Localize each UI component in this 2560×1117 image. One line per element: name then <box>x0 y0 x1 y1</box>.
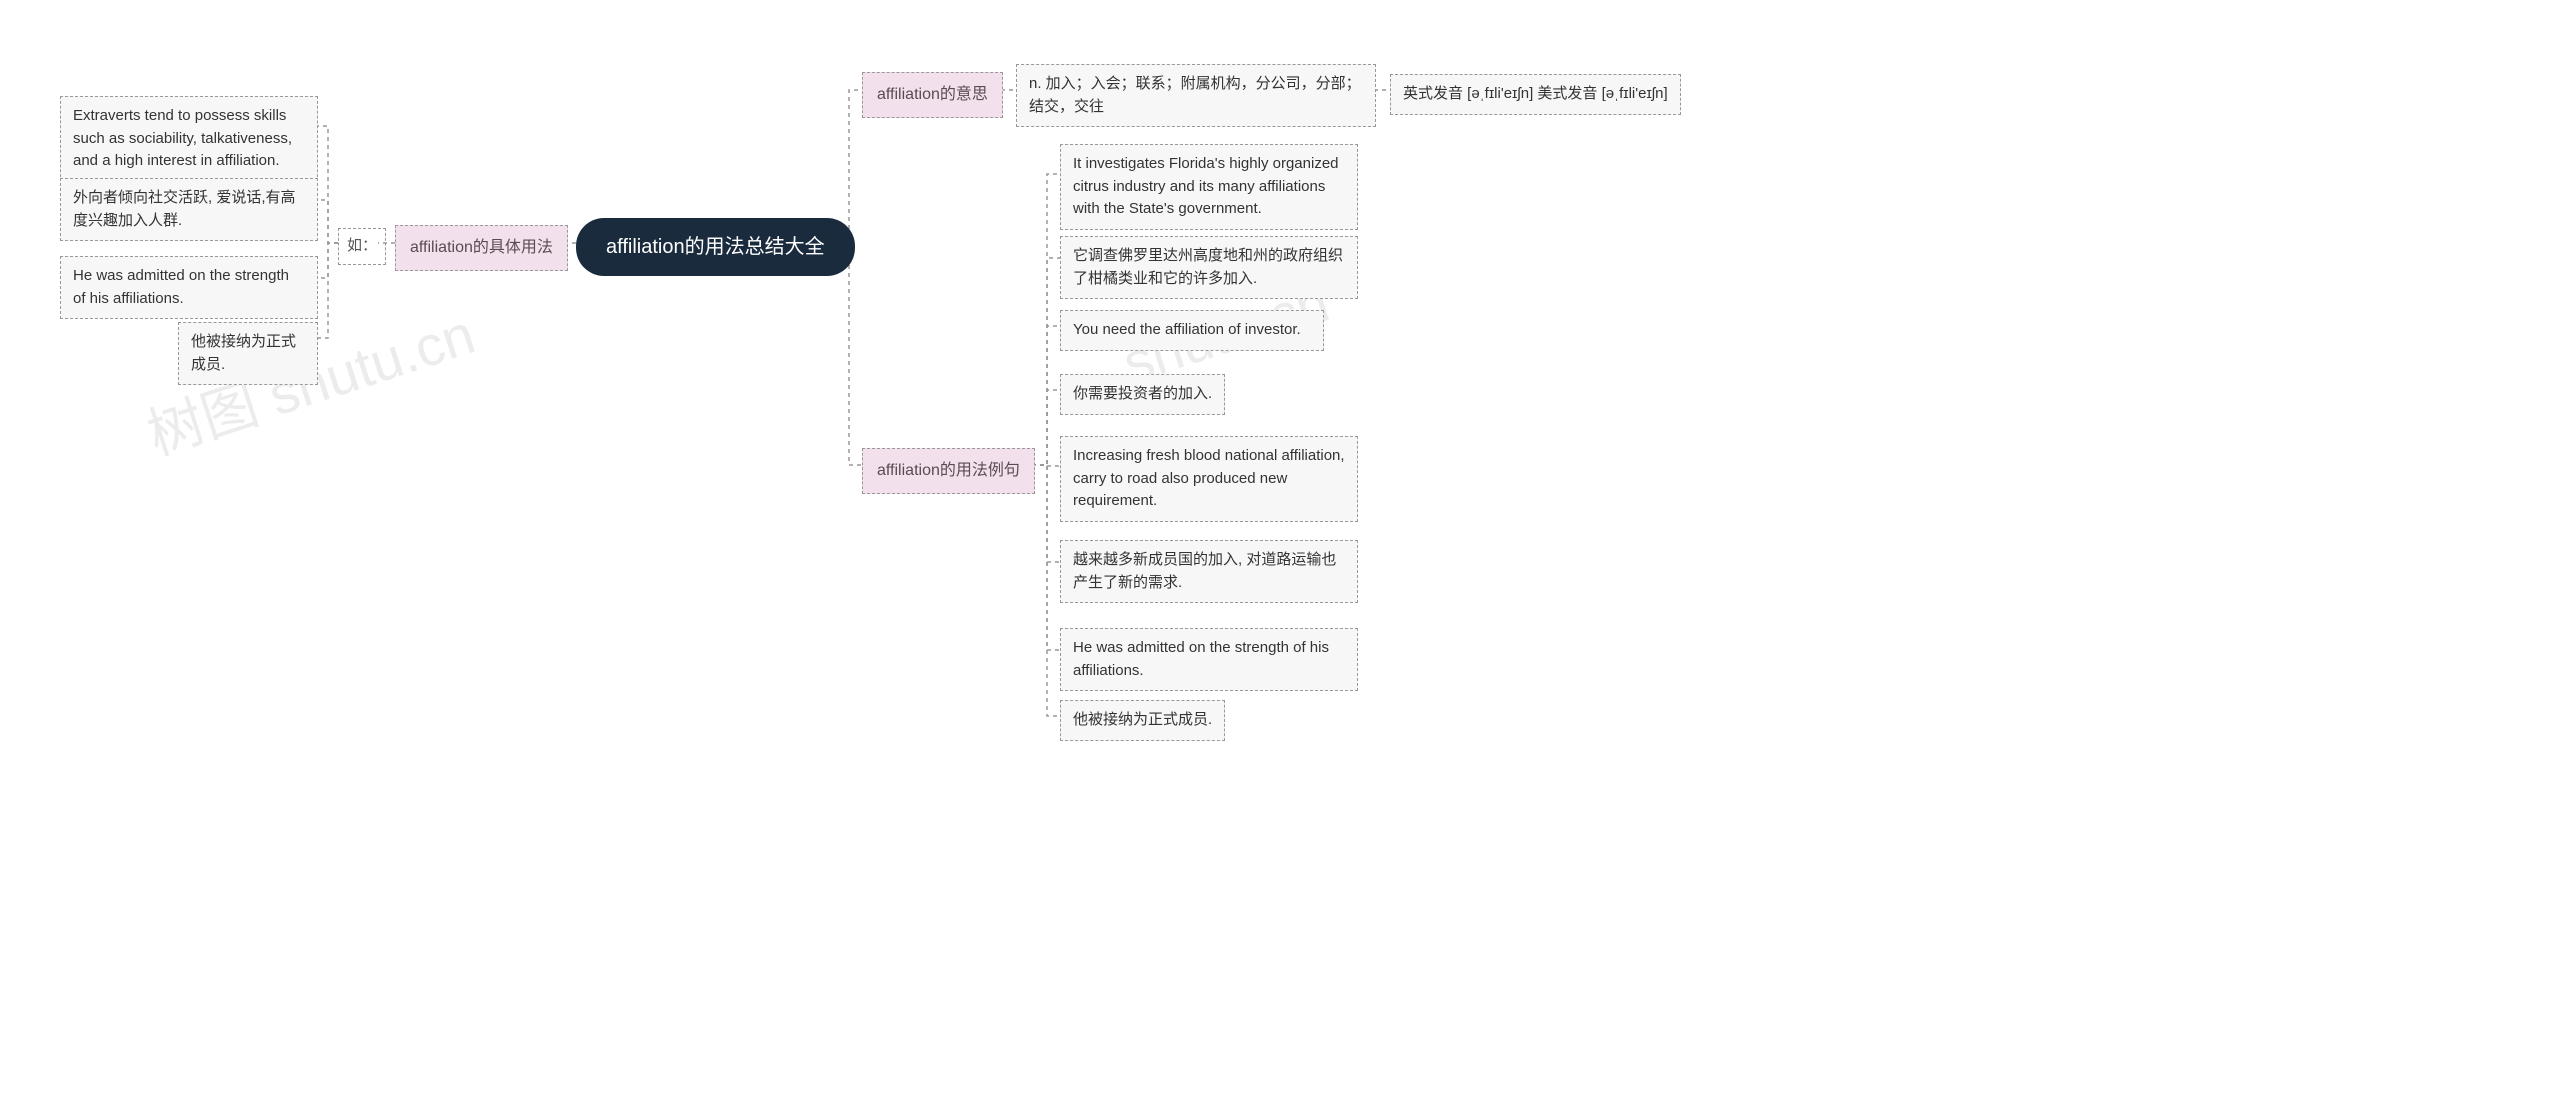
example-item-0-text: It investigates Florida's highly organiz… <box>1073 155 1339 217</box>
branch-examples-title: affiliation的用法例句 <box>877 462 1020 479</box>
branch-examples[interactable]: affiliation的用法例句 <box>862 448 1035 494</box>
meaning-pronunciation-text: 英式发音 [əˌfɪli'eɪʃn] 美式发音 [əˌfɪli'eɪʃn] <box>1403 85 1668 102</box>
branch-meaning[interactable]: affiliation的意思 <box>862 72 1003 118</box>
usage-item-3-text: 他被接纳为正式成员. <box>191 333 296 373</box>
root-title: affiliation的用法总结大全 <box>606 236 825 258</box>
example-item-7-text: 他被接纳为正式成员. <box>1073 711 1212 728</box>
example-item-1: 它调查佛罗里达州高度地和州的政府组织了柑橘类业和它的许多加入. <box>1060 236 1358 299</box>
meaning-definition: n. 加入；入会；联系；附属机构，分公司，分部；结交，交往 <box>1016 64 1376 127</box>
example-item-6: He was admitted on the strength of his a… <box>1060 628 1358 691</box>
usage-item-0-text: Extraverts tend to possess skills such a… <box>73 107 292 169</box>
usage-item-1: 外向者倾向社交活跃, 爱说话,有高度兴趣加入人群. <box>60 178 318 241</box>
branch-meaning-title: affiliation的意思 <box>877 86 988 103</box>
example-item-3-text: 你需要投资者的加入. <box>1073 385 1212 402</box>
example-item-3: 你需要投资者的加入. <box>1060 374 1225 415</box>
example-item-4: Increasing fresh blood national affiliat… <box>1060 436 1358 522</box>
example-item-7: 他被接纳为正式成员. <box>1060 700 1225 741</box>
root-node[interactable]: affiliation的用法总结大全 <box>576 218 855 276</box>
example-item-1-text: 它调查佛罗里达州高度地和州的政府组织了柑橘类业和它的许多加入. <box>1073 247 1343 287</box>
example-item-5-text: 越来越多新成员国的加入, 对道路运输也产生了新的需求. <box>1073 551 1336 591</box>
example-item-5: 越来越多新成员国的加入, 对道路运输也产生了新的需求. <box>1060 540 1358 603</box>
usage-connector-text: 如： <box>347 237 377 254</box>
usage-connector: 如： <box>338 228 386 265</box>
usage-item-2: He was admitted on the strength of his a… <box>60 256 318 319</box>
usage-item-3: 他被接纳为正式成员. <box>178 322 318 385</box>
usage-item-1-text: 外向者倾向社交活跃, 爱说话,有高度兴趣加入人群. <box>73 189 296 229</box>
example-item-2: You need the affiliation of investor. <box>1060 310 1324 351</box>
example-item-6-text: He was admitted on the strength of his a… <box>1073 639 1329 679</box>
meaning-definition-text: n. 加入；入会；联系；附属机构，分公司，分部；结交，交往 <box>1029 75 1361 115</box>
branch-usage[interactable]: affiliation的具体用法 <box>395 225 568 271</box>
example-item-2-text: You need the affiliation of investor. <box>1073 321 1301 338</box>
meaning-pronunciation: 英式发音 [əˌfɪli'eɪʃn] 美式发音 [əˌfɪli'eɪʃn] <box>1390 74 1681 115</box>
branch-usage-title: affiliation的具体用法 <box>410 239 553 256</box>
usage-item-2-text: He was admitted on the strength of his a… <box>73 267 289 307</box>
usage-item-0: Extraverts tend to possess skills such a… <box>60 96 318 182</box>
example-item-4-text: Increasing fresh blood national affiliat… <box>1073 447 1345 509</box>
example-item-0: It investigates Florida's highly organiz… <box>1060 144 1358 230</box>
